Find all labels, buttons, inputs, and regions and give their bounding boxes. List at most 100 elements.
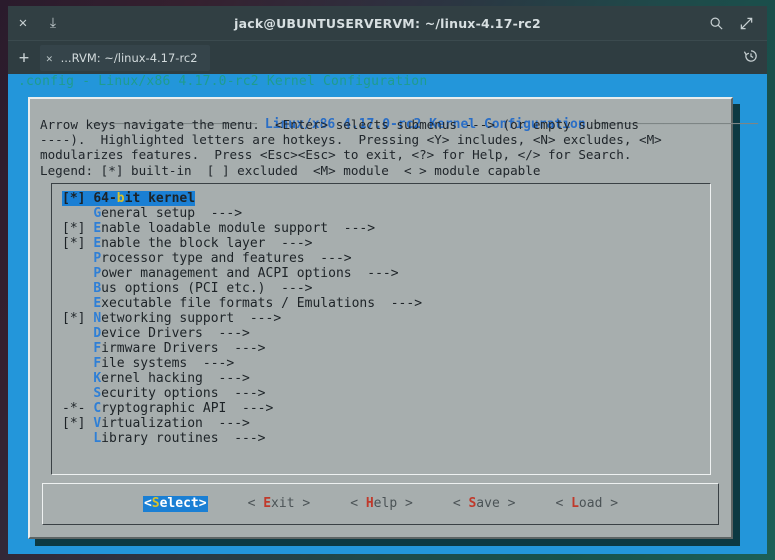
menu-item-body: Firmware Drivers — [62, 341, 218, 356]
window-title: jack@UBUNTUSERVERVM: ~/linux-4.17-rc2 — [234, 15, 541, 31]
menu-item-body: [*] Enable the block layer — [62, 236, 266, 251]
close-icon[interactable]: ✕ — [8, 6, 38, 40]
menu-item[interactable]: Executable file formats / Emulations ---… — [62, 296, 706, 311]
menu-item[interactable]: [*] Networking support ---> — [62, 311, 706, 326]
submenu-arrow: ---> — [226, 401, 274, 416]
button-load[interactable]: < Load > — [555, 496, 618, 512]
menu-item-body: Security options — [62, 386, 219, 401]
tab-label: ...RVM: ~/linux-4.17-rc2 — [60, 51, 198, 65]
submenu-arrow: ---> — [202, 416, 250, 431]
menu-item-mark — [62, 356, 93, 371]
menu-item-label: it kernel — [124, 191, 196, 206]
submenu-arrow: ---> — [304, 251, 352, 266]
menu-item-hotkey: P — [93, 266, 102, 281]
menu-item-hotkey: D — [93, 326, 102, 341]
help-text-block: Arrow keys navigate the menu. <Enter> se… — [40, 117, 723, 178]
button-bracket-close: > — [499, 496, 516, 511]
download-icon[interactable]: ⤓ — [38, 6, 68, 40]
button-hotkey: S — [151, 496, 160, 511]
menu-item-mark — [62, 296, 93, 311]
terminal-window: ✕ ⤓ jack@UBUNTUSERVERVM: ~/linux-4.17-rc… — [8, 6, 767, 554]
button-bracket-close: > — [198, 496, 207, 511]
menu-item-body: [*] 64-bit kernel — [62, 191, 196, 206]
help-line: Arrow keys navigate the menu. <Enter> se… — [40, 117, 639, 132]
menu-item[interactable]: Bus options (PCI etc.) ---> — [62, 281, 706, 296]
menu-item-mark: [*] — [62, 416, 94, 431]
menu-item-label: rocessor type and features — [101, 251, 305, 266]
menu-item-mark — [62, 251, 93, 266]
menu-item[interactable]: Security options ---> — [62, 386, 706, 401]
menu-item-body: Processor type and features — [62, 251, 305, 266]
menu-item[interactable]: General setup ---> — [62, 206, 706, 221]
menu-item[interactable]: [*] 64-bit kernel — [62, 191, 196, 206]
menu-item[interactable]: File systems ---> — [62, 356, 706, 371]
menu-list-frame[interactable]: [*] 64-bit kernel General setup ---> [*] … — [51, 183, 711, 475]
menu-item-body: [*] Networking support — [62, 311, 234, 326]
submenu-arrow: ---> — [351, 266, 399, 281]
menu-item[interactable]: Firmware Drivers ---> — [62, 341, 706, 356]
terminal-tab[interactable]: ✕ ...RVM: ~/linux-4.17-rc2 — [40, 45, 210, 71]
titlebar-actions — [701, 6, 767, 40]
button-help[interactable]: < Help > — [350, 496, 413, 512]
button-bracket-open: < — [452, 496, 469, 511]
menu-item-hotkey: E — [93, 296, 102, 311]
menu-item-hotkey: P — [93, 251, 102, 266]
menu-item-label: ower management and ACPI options — [101, 266, 352, 281]
button-label: xit — [271, 496, 295, 511]
help-line: modularizes features. Press <Esc><Esc> t… — [40, 147, 632, 163]
menu-item-body: Kernel hacking — [62, 371, 203, 386]
menu-item[interactable]: Power management and ACPI options ---> — [62, 266, 706, 281]
submenu-arrow: ---> — [375, 296, 423, 311]
submenu-arrow: ---> — [202, 326, 250, 341]
menu-item-mark — [62, 341, 93, 356]
help-line: ----). Highlighted letters are hotkeys. … — [40, 132, 662, 148]
submenu-arrow: ---> — [328, 221, 376, 236]
menu-item-mark: [*] — [62, 236, 94, 251]
menu-item-label: ecurity options — [101, 386, 219, 401]
menu-item-hotkey: G — [93, 206, 102, 221]
terminal-content[interactable]: .config - Linux/x86 4.17.0-rc2 Kernel Co… — [8, 74, 767, 554]
button-hotkey: H — [365, 496, 374, 511]
tab-bar: + ✕ ...RVM: ~/linux-4.17-rc2 — [8, 40, 767, 75]
button-select[interactable]: <Select> — [142, 496, 208, 512]
submenu-arrow: ---> — [202, 371, 250, 386]
submenu-arrow: ---> — [187, 356, 235, 371]
menu-item-label: eneral setup — [101, 206, 196, 221]
menu-item[interactable]: Device Drivers ---> — [62, 326, 706, 341]
button-label: elp — [373, 496, 398, 511]
menu-item-mark: -*- — [62, 401, 94, 416]
menu-list[interactable]: [*] 64-bit kernel General setup ---> [*] … — [62, 187, 706, 446]
button-bar: <Select> < Exit > < Help > < Save > < Load > — [43, 496, 718, 512]
button-hotkey: E — [263, 496, 272, 511]
menu-item[interactable]: -*- Cryptographic API ---> — [62, 401, 706, 416]
menu-item-label: nable the block layer — [101, 236, 266, 251]
menu-item-hotkey: C — [93, 401, 102, 416]
menu-item-label-pre: 64- — [93, 191, 117, 206]
menu-item-body: File systems — [62, 356, 187, 371]
button-label: elect — [159, 496, 199, 511]
submenu-arrow: ---> — [234, 311, 282, 326]
button-save[interactable]: < Save > — [453, 496, 516, 512]
menu-item-label: etworking support — [101, 311, 235, 326]
menu-item-mark — [62, 371, 93, 386]
menu-item-body: General setup — [62, 206, 195, 221]
menu-item[interactable]: Processor type and features ---> — [62, 251, 706, 266]
button-bracket-close: > — [294, 496, 311, 511]
button-label: ave — [476, 496, 500, 511]
tab-close-icon[interactable]: ✕ — [46, 52, 53, 65]
menu-item-body: Executable file formats / Emulations — [62, 296, 375, 311]
new-tab-button[interactable]: + — [8, 41, 40, 75]
expand-icon[interactable] — [731, 6, 761, 40]
search-icon[interactable] — [701, 6, 731, 40]
menu-item-mark — [62, 281, 93, 296]
button-exit[interactable]: < Exit > — [248, 496, 311, 512]
menu-item[interactable]: [*] Enable the block layer ---> — [62, 236, 706, 251]
menu-item[interactable]: [*] Enable loadable module support ---> — [62, 221, 706, 236]
button-bracket-open: < — [143, 496, 152, 511]
menu-item[interactable]: [*] Virtualization ---> — [62, 416, 706, 431]
history-icon[interactable] — [743, 48, 759, 68]
menu-item[interactable]: Kernel hacking ---> — [62, 371, 706, 386]
menu-item[interactable]: Library routines ---> — [62, 431, 706, 446]
menu-item-mark — [62, 266, 93, 281]
submenu-arrow: ---> — [195, 206, 243, 221]
